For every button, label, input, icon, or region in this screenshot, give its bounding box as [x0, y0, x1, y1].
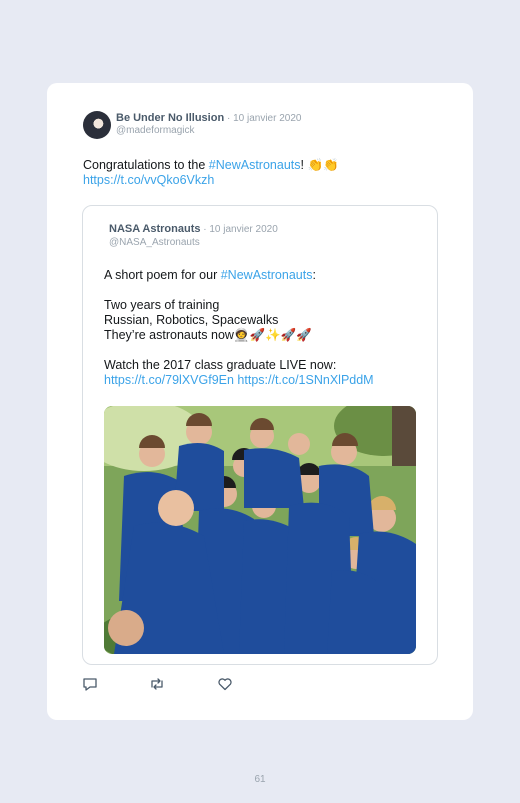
retweet-icon[interactable]: [149, 676, 165, 692]
photo-illustration: [104, 406, 416, 654]
poem-line-3: They’re astronauts now🧑‍🚀🚀✨🚀🚀: [104, 328, 312, 342]
like-icon[interactable]: [217, 676, 233, 692]
poem-intro-colon: :: [312, 268, 316, 282]
tweet-actions: [82, 676, 282, 692]
quoted-text: A short poem for our #NewAstronauts: Two…: [104, 268, 424, 388]
author-name[interactable]: Be Under No Illusion: [116, 112, 224, 124]
quoted-date[interactable]: · 10 janvier 2020: [200, 224, 278, 235]
author-handle[interactable]: @madeformagick: [116, 125, 195, 136]
quoted-tweet[interactable]: NASA Astronauts · 10 janvier 2020 @NASA_…: [82, 205, 438, 665]
quoted-header: NASA Astronauts · 10 janvier 2020: [109, 223, 278, 235]
quoted-url-link-1[interactable]: https://t.co/79lXVGf9En: [104, 373, 234, 387]
tweet-text-start: Congratulations to the: [83, 158, 209, 172]
tweet-url-link[interactable]: https://t.co/vvQko6Vkzh: [83, 173, 214, 187]
quoted-handle[interactable]: @NASA_Astronauts: [109, 237, 200, 248]
page-number: 61: [254, 774, 266, 785]
tweet-card: Be Under No Illusion · 10 janvier 2020 @…: [47, 83, 473, 720]
tweet-date[interactable]: · 10 janvier 2020: [224, 113, 302, 124]
quoted-hashtag-link[interactable]: #NewAstronauts: [221, 268, 313, 282]
tweet-header: Be Under No Illusion · 10 janvier 2020: [116, 112, 301, 124]
quoted-url-link-2[interactable]: https://t.co/1SNnXlPddM: [237, 373, 373, 387]
tweet-text: Congratulations to the #NewAstronauts! 👏…: [83, 158, 443, 188]
poem-line-2: Russian, Robotics, Spacewalks: [104, 313, 279, 327]
poem-intro: A short poem for our: [104, 268, 221, 282]
quoted-author-name[interactable]: NASA Astronauts: [109, 223, 200, 235]
astronauts-group-photo[interactable]: [104, 406, 416, 654]
tweet-text-end: ! 👏👏: [300, 158, 339, 172]
poem-line-1: Two years of training: [104, 298, 220, 312]
reply-icon[interactable]: [82, 676, 98, 692]
hashtag-link[interactable]: #NewAstronauts: [209, 158, 301, 172]
watch-line: Watch the 2017 class graduate LIVE now:: [104, 358, 337, 372]
avatar[interactable]: [83, 111, 111, 139]
